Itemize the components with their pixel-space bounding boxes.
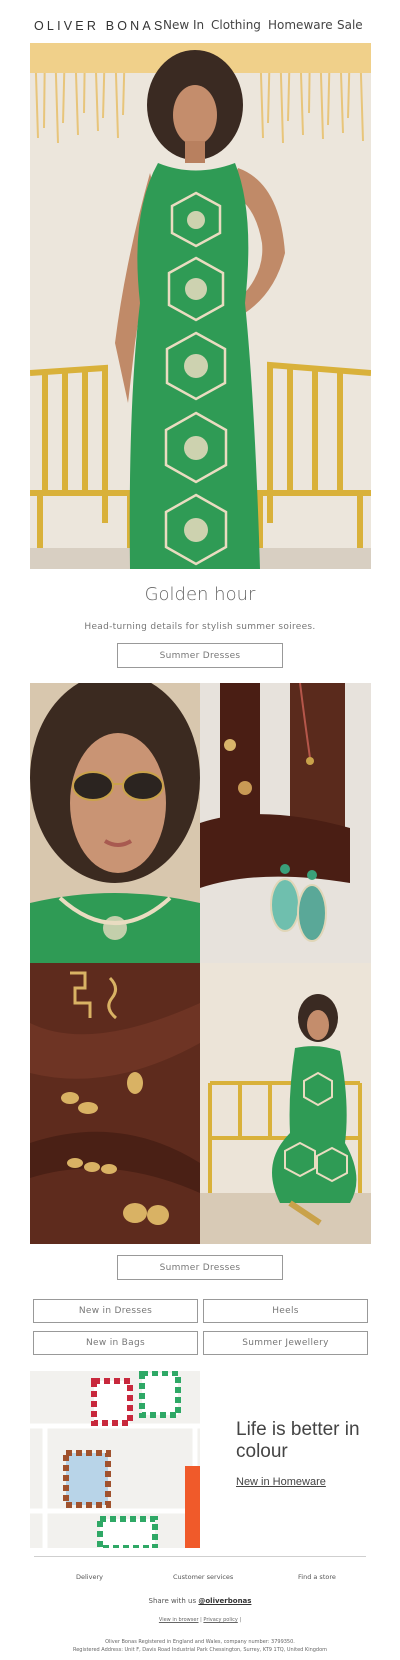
- legal-address: Registered Address: Unit F, Davis Road I…: [72, 1647, 328, 1653]
- share-handle-link[interactable]: @oliverbonas: [198, 1597, 251, 1605]
- nav-homeware[interactable]: Homeware: [268, 18, 333, 32]
- promo-title: Life is better in colour: [236, 1419, 360, 1462]
- nav-clothing[interactable]: Clothing: [211, 18, 261, 32]
- heels-button[interactable]: Heels: [203, 1299, 368, 1323]
- summer-dresses-button-2[interactable]: Summer Dresses: [117, 1255, 283, 1280]
- link-separator: |: [200, 1617, 202, 1623]
- hero-image[interactable]: [30, 43, 371, 569]
- brand-logo[interactable]: OLIVER BONAS: [34, 19, 166, 33]
- summer-jewellery-button[interactable]: Summer Jewellery: [203, 1331, 368, 1355]
- nav-new-in[interactable]: New In: [163, 18, 204, 32]
- homeware-image[interactable]: [30, 1371, 200, 1548]
- grid-image-earrings[interactable]: [200, 683, 371, 963]
- legal-links: View in browser | Privacy policy |: [0, 1617, 400, 1623]
- footer-customer-services-link[interactable]: Customer services: [173, 1573, 233, 1581]
- new-in-dresses-button[interactable]: New in Dresses: [33, 1299, 198, 1323]
- privacy-policy-link[interactable]: Privacy policy: [203, 1617, 237, 1623]
- share-line: Share with us @oliverbonas: [0, 1597, 400, 1605]
- new-in-homeware-link[interactable]: New in Homeware: [236, 1476, 326, 1488]
- nav-sale[interactable]: Sale: [337, 18, 363, 32]
- footer-delivery-link[interactable]: Delivery: [76, 1573, 103, 1581]
- grid-image-gold-jewellery[interactable]: [30, 963, 200, 1244]
- new-in-bags-button[interactable]: New in Bags: [33, 1331, 198, 1355]
- view-in-browser-link[interactable]: View in browser: [159, 1617, 199, 1623]
- footer-find-store-link[interactable]: Find a store: [298, 1573, 336, 1581]
- summer-dresses-button[interactable]: Summer Dresses: [117, 643, 283, 668]
- footer-divider: [34, 1556, 366, 1557]
- hero-title: Golden hour: [144, 584, 256, 605]
- grid-image-sunglasses[interactable]: [30, 683, 200, 963]
- share-prefix: Share with us: [148, 1597, 197, 1605]
- hero-subtitle: Head-turning details for stylish summer …: [84, 622, 316, 632]
- link-separator-2: |: [239, 1617, 242, 1623]
- legal-registration: Oliver Bonas Registered in England and W…: [105, 1639, 295, 1645]
- email-header: OLIVER BONAS New In Clothing Homeware Sa…: [0, 0, 400, 43]
- grid-image-model-seated[interactable]: [200, 963, 371, 1244]
